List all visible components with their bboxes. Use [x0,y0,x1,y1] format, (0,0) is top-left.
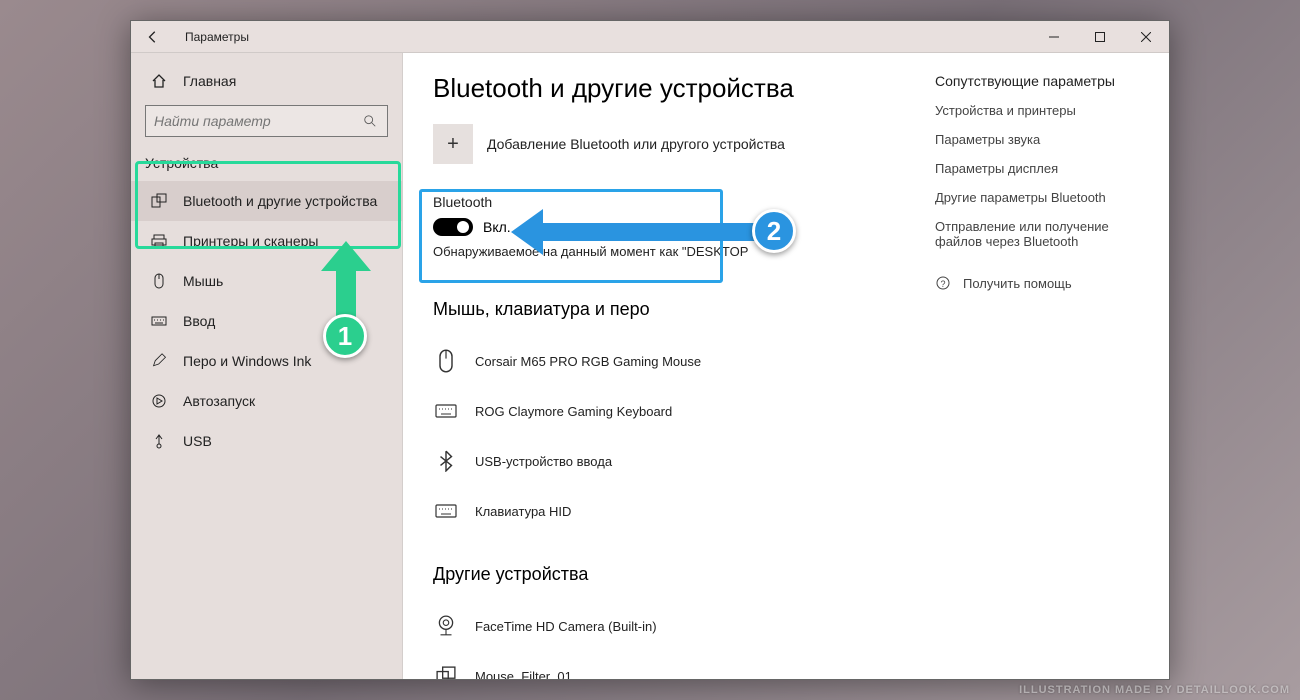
pen-icon [149,353,169,369]
related-link[interactable]: Параметры звука [935,132,1153,147]
titlebar: Параметры [131,21,1169,53]
close-button[interactable] [1123,21,1169,53]
related-link[interactable]: Отправление или получение файлов через B… [935,219,1153,249]
printer-icon [149,233,169,249]
mouse-icon [149,273,169,289]
nav-autoplay[interactable]: Автозапуск [131,381,402,421]
section-other-heading: Другие устройства [433,564,899,585]
mouse-device-icon [433,349,459,373]
related-link[interactable]: Другие параметры Bluetooth [935,190,1153,205]
sidebar: Главная Устройства Bluetooth и другие ус… [131,53,403,679]
bluetooth-section: Bluetooth Вкл. Обнаруживаемое на данный … [433,188,899,271]
page-heading: Bluetooth и другие устройства [433,73,899,104]
minimize-button[interactable] [1031,21,1077,53]
discoverable-text: Обнаруживаемое на данный момент как "DES… [433,244,899,259]
home-icon [149,73,169,89]
device-label: USB-устройство ввода [475,454,612,469]
category-label: Устройства [131,147,402,181]
nav-label: USB [183,433,212,449]
keyboard-icon [149,313,169,329]
keyboard-device-icon [433,403,459,419]
nav-label: Перо и Windows Ink [183,353,311,369]
settings-window: Параметры Главная Устр [130,20,1170,680]
section-mouse-heading: Мышь, клавиатура и перо [433,299,899,320]
nav-label: Bluetooth и другие устройства [183,193,377,209]
device-label: ROG Claymore Gaming Keyboard [475,404,672,419]
help-icon: ? [935,275,953,291]
bluetooth-toggle[interactable] [433,218,473,236]
add-device-button[interactable]: + Добавление Bluetooth или другого устро… [433,124,899,164]
bluetooth-icon [433,450,459,472]
toggle-state-label: Вкл. [483,219,511,235]
add-device-label: Добавление Bluetooth или другого устройс… [487,136,785,152]
related-panel: Сопутствующие параметры Устройства и при… [919,53,1169,679]
keyboard-device-icon [433,503,459,519]
usb-icon [149,433,169,449]
related-link[interactable]: Устройства и принтеры [935,103,1153,118]
device-item[interactable]: Corsair M65 PRO RGB Gaming Mouse [433,336,899,386]
camera-icon [433,615,459,637]
watermark: ILLUSTRATION MADE BY DETAILLOOK.COM [1019,684,1290,696]
nav-label: Ввод [183,313,215,329]
nav-bluetooth[interactable]: Bluetooth и другие устройства [131,181,402,221]
svg-text:?: ? [940,279,945,289]
related-heading: Сопутствующие параметры [935,73,1153,89]
nav-label: Принтеры и сканеры [183,233,318,249]
device-item[interactable]: USB-устройство ввода [433,436,899,486]
nav-label: Мышь [183,273,223,289]
search-box[interactable] [145,105,388,137]
device-label: Клавиатура HID [475,504,571,519]
home-label: Главная [183,73,236,89]
device-item[interactable]: ROG Claymore Gaming Keyboard [433,386,899,436]
device-item[interactable]: Mouse_Filter_01 [433,651,899,679]
back-button[interactable] [143,27,163,47]
device-label: Mouse_Filter_01 [475,669,572,680]
generic-device-icon [433,666,459,679]
nav-printers[interactable]: Принтеры и сканеры [131,221,402,261]
nav-mouse[interactable]: Мышь [131,261,402,301]
content-area: Bluetooth и другие устройства + Добавлен… [403,53,1169,679]
help-label: Получить помощь [963,276,1072,291]
get-help-link[interactable]: ? Получить помощь [935,275,1153,291]
device-item[interactable]: Клавиатура HID [433,486,899,536]
autoplay-icon [149,393,169,409]
window-title: Параметры [185,30,249,44]
home-link[interactable]: Главная [131,61,402,101]
search-input[interactable] [154,113,363,129]
search-icon [363,114,379,128]
nav-label: Автозапуск [183,393,255,409]
bluetooth-heading: Bluetooth [433,194,899,210]
nav-usb[interactable]: USB [131,421,402,461]
devices-icon [149,193,169,209]
device-label: FaceTime HD Camera (Built-in) [475,619,657,634]
plus-icon: + [433,124,473,164]
maximize-button[interactable] [1077,21,1123,53]
annotation-badge-1: 1 [323,314,367,358]
device-item[interactable]: FaceTime HD Camera (Built-in) [433,601,899,651]
annotation-badge-2: 2 [752,209,796,253]
related-link[interactable]: Параметры дисплея [935,161,1153,176]
device-label: Corsair M65 PRO RGB Gaming Mouse [475,354,701,369]
